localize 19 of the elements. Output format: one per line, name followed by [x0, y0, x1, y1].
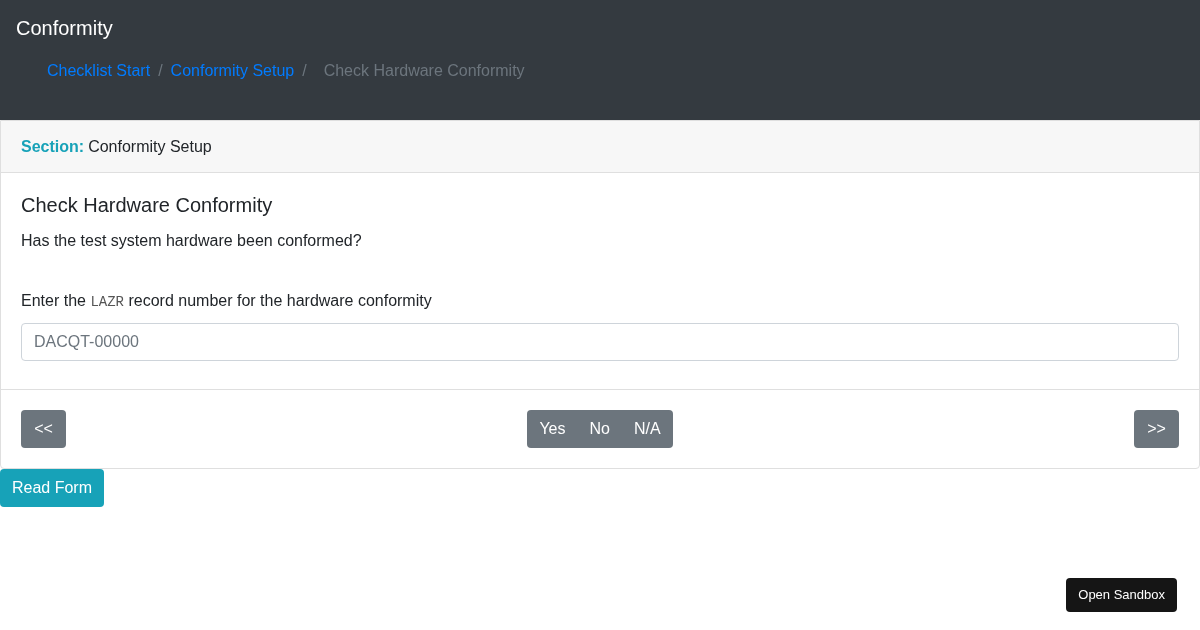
page-title: Conformity [16, 16, 114, 41]
section-label: Section: [21, 136, 85, 157]
next-button[interactable]: >> [1134, 410, 1179, 448]
question-text: Has the test system hardware been conformed? [21, 231, 363, 251]
field-label: Enter the LAZR record number for the hardware conformity [21, 291, 433, 312]
answer-button[interactable]: N/A [621, 410, 673, 448]
record-number-field[interactable]: DACQT-00000 [21, 323, 1179, 361]
previous-button[interactable]: << [21, 410, 66, 448]
open-sandbox-button[interactable]: Open Sandbox [1066, 578, 1177, 612]
read-form-button[interactable]: Read Form [0, 469, 105, 507]
section-name: Conformity Setup [88, 136, 212, 157]
breadcrumb-separator: / [157, 61, 164, 81]
breadcrumb-link[interactable]: Checklist Start [47, 59, 151, 83]
breadcrumb-current: Check Hardware Conformity [322, 61, 525, 81]
breadcrumb-link[interactable]: Conformity Setup [170, 59, 295, 83]
breadcrumb-separator: / [301, 61, 308, 81]
answer-button[interactable]: Yes [527, 410, 578, 448]
answer-button[interactable]: No [577, 410, 622, 448]
question-title: Check Hardware Conformity [21, 193, 274, 217]
